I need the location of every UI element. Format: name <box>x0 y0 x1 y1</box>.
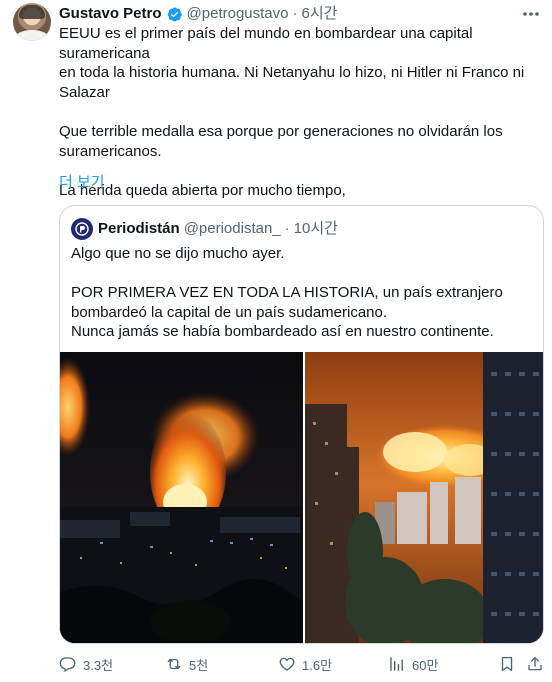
quote-media <box>60 352 543 643</box>
action-bar: 3.3천 5천 1.6만 60만 <box>59 652 545 676</box>
share-icon <box>528 656 542 671</box>
avatar-shirt <box>15 30 49 41</box>
night-explosion-photo[interactable] <box>60 352 303 643</box>
quote-text: Algo que no se dijo mucho ayer. POR PRIM… <box>71 244 536 342</box>
quote-text-line: Nunca jamás se había bombardeado así en … <box>71 323 494 341</box>
heart-icon <box>279 657 295 671</box>
quote-text-line: bombardeó la capital de un país sudameri… <box>71 303 388 321</box>
share-button[interactable] <box>526 655 544 673</box>
bookmark-icon <box>501 656 513 672</box>
tweet-time[interactable]: 6시간 <box>301 4 337 24</box>
retweet-icon <box>167 658 181 670</box>
periodistan-logo[interactable] <box>71 218 93 240</box>
avatar-hair <box>19 5 45 19</box>
quote-time[interactable]: 10시간 <box>294 219 338 239</box>
author-name[interactable]: Gustavo Petro <box>59 4 162 24</box>
reply-button[interactable]: 3.3천 <box>59 655 113 674</box>
quoted-tweet[interactable]: Periodistán @periodistan_ · 10시간 Algo qu… <box>59 205 544 644</box>
quote-author-name[interactable]: Periodistán <box>98 219 180 239</box>
like-button[interactable]: 1.6만 <box>278 655 332 674</box>
views-count: 60만 <box>412 657 439 673</box>
quote-text-line: Algo que no se dijo mucho ayer. <box>71 245 285 262</box>
more-options-button[interactable] <box>520 6 542 22</box>
verified-badge-icon <box>167 6 182 22</box>
night-explosion-image <box>60 352 303 643</box>
show-more-link[interactable]: 더 보기 <box>59 173 105 193</box>
tweet-header: Gustavo Petro @petrogustavo · 6시간 <box>59 4 337 24</box>
tweet: Gustavo Petro @petrogustavo · 6시간 EEUU e… <box>0 0 552 682</box>
tweet-text-line: La herida queda abierta por mucho tiempo… <box>59 181 346 199</box>
views-button[interactable]: 60만 <box>388 655 438 674</box>
views-icon <box>390 657 403 671</box>
tweet-text-line: en toda la historia humana. Ni Netanyahu… <box>59 64 525 82</box>
separator-dot: · <box>284 220 290 237</box>
ellipsis-icon <box>523 12 539 16</box>
quote-author-handle[interactable]: @periodistan_ <box>184 219 281 239</box>
quote-text-line: POR PRIMERA VEZ EN TODA LA HISTORIA, un … <box>71 284 503 302</box>
retweet-button[interactable]: 5천 <box>165 655 208 674</box>
separator-dot: · <box>292 5 298 22</box>
tweet-text-line: suramericanos. <box>59 142 162 160</box>
retweet-count: 5천 <box>189 657 209 673</box>
tweet-text-line: EEUU es el primer país del mundo en bomb… <box>59 25 477 62</box>
periodistan-logo-icon <box>75 222 89 236</box>
reply-icon <box>59 657 76 672</box>
city-explosion-photo[interactable] <box>305 352 543 643</box>
bookmark-button[interactable] <box>498 655 516 673</box>
tweet-text-line: Salazar <box>59 83 110 101</box>
quote-header: Periodistán @periodistan_ · 10시간 <box>98 219 338 239</box>
city-explosion-image <box>305 352 543 643</box>
like-count: 1.6만 <box>302 657 333 673</box>
tweet-text: EEUU es el primer país del mundo en bomb… <box>59 24 545 200</box>
reply-count: 3.3천 <box>83 657 114 673</box>
author-avatar[interactable] <box>13 3 51 41</box>
tweet-text-line: Que terrible medalla esa porque por gene… <box>59 122 503 140</box>
author-handle[interactable]: @petrogustavo <box>187 4 289 24</box>
